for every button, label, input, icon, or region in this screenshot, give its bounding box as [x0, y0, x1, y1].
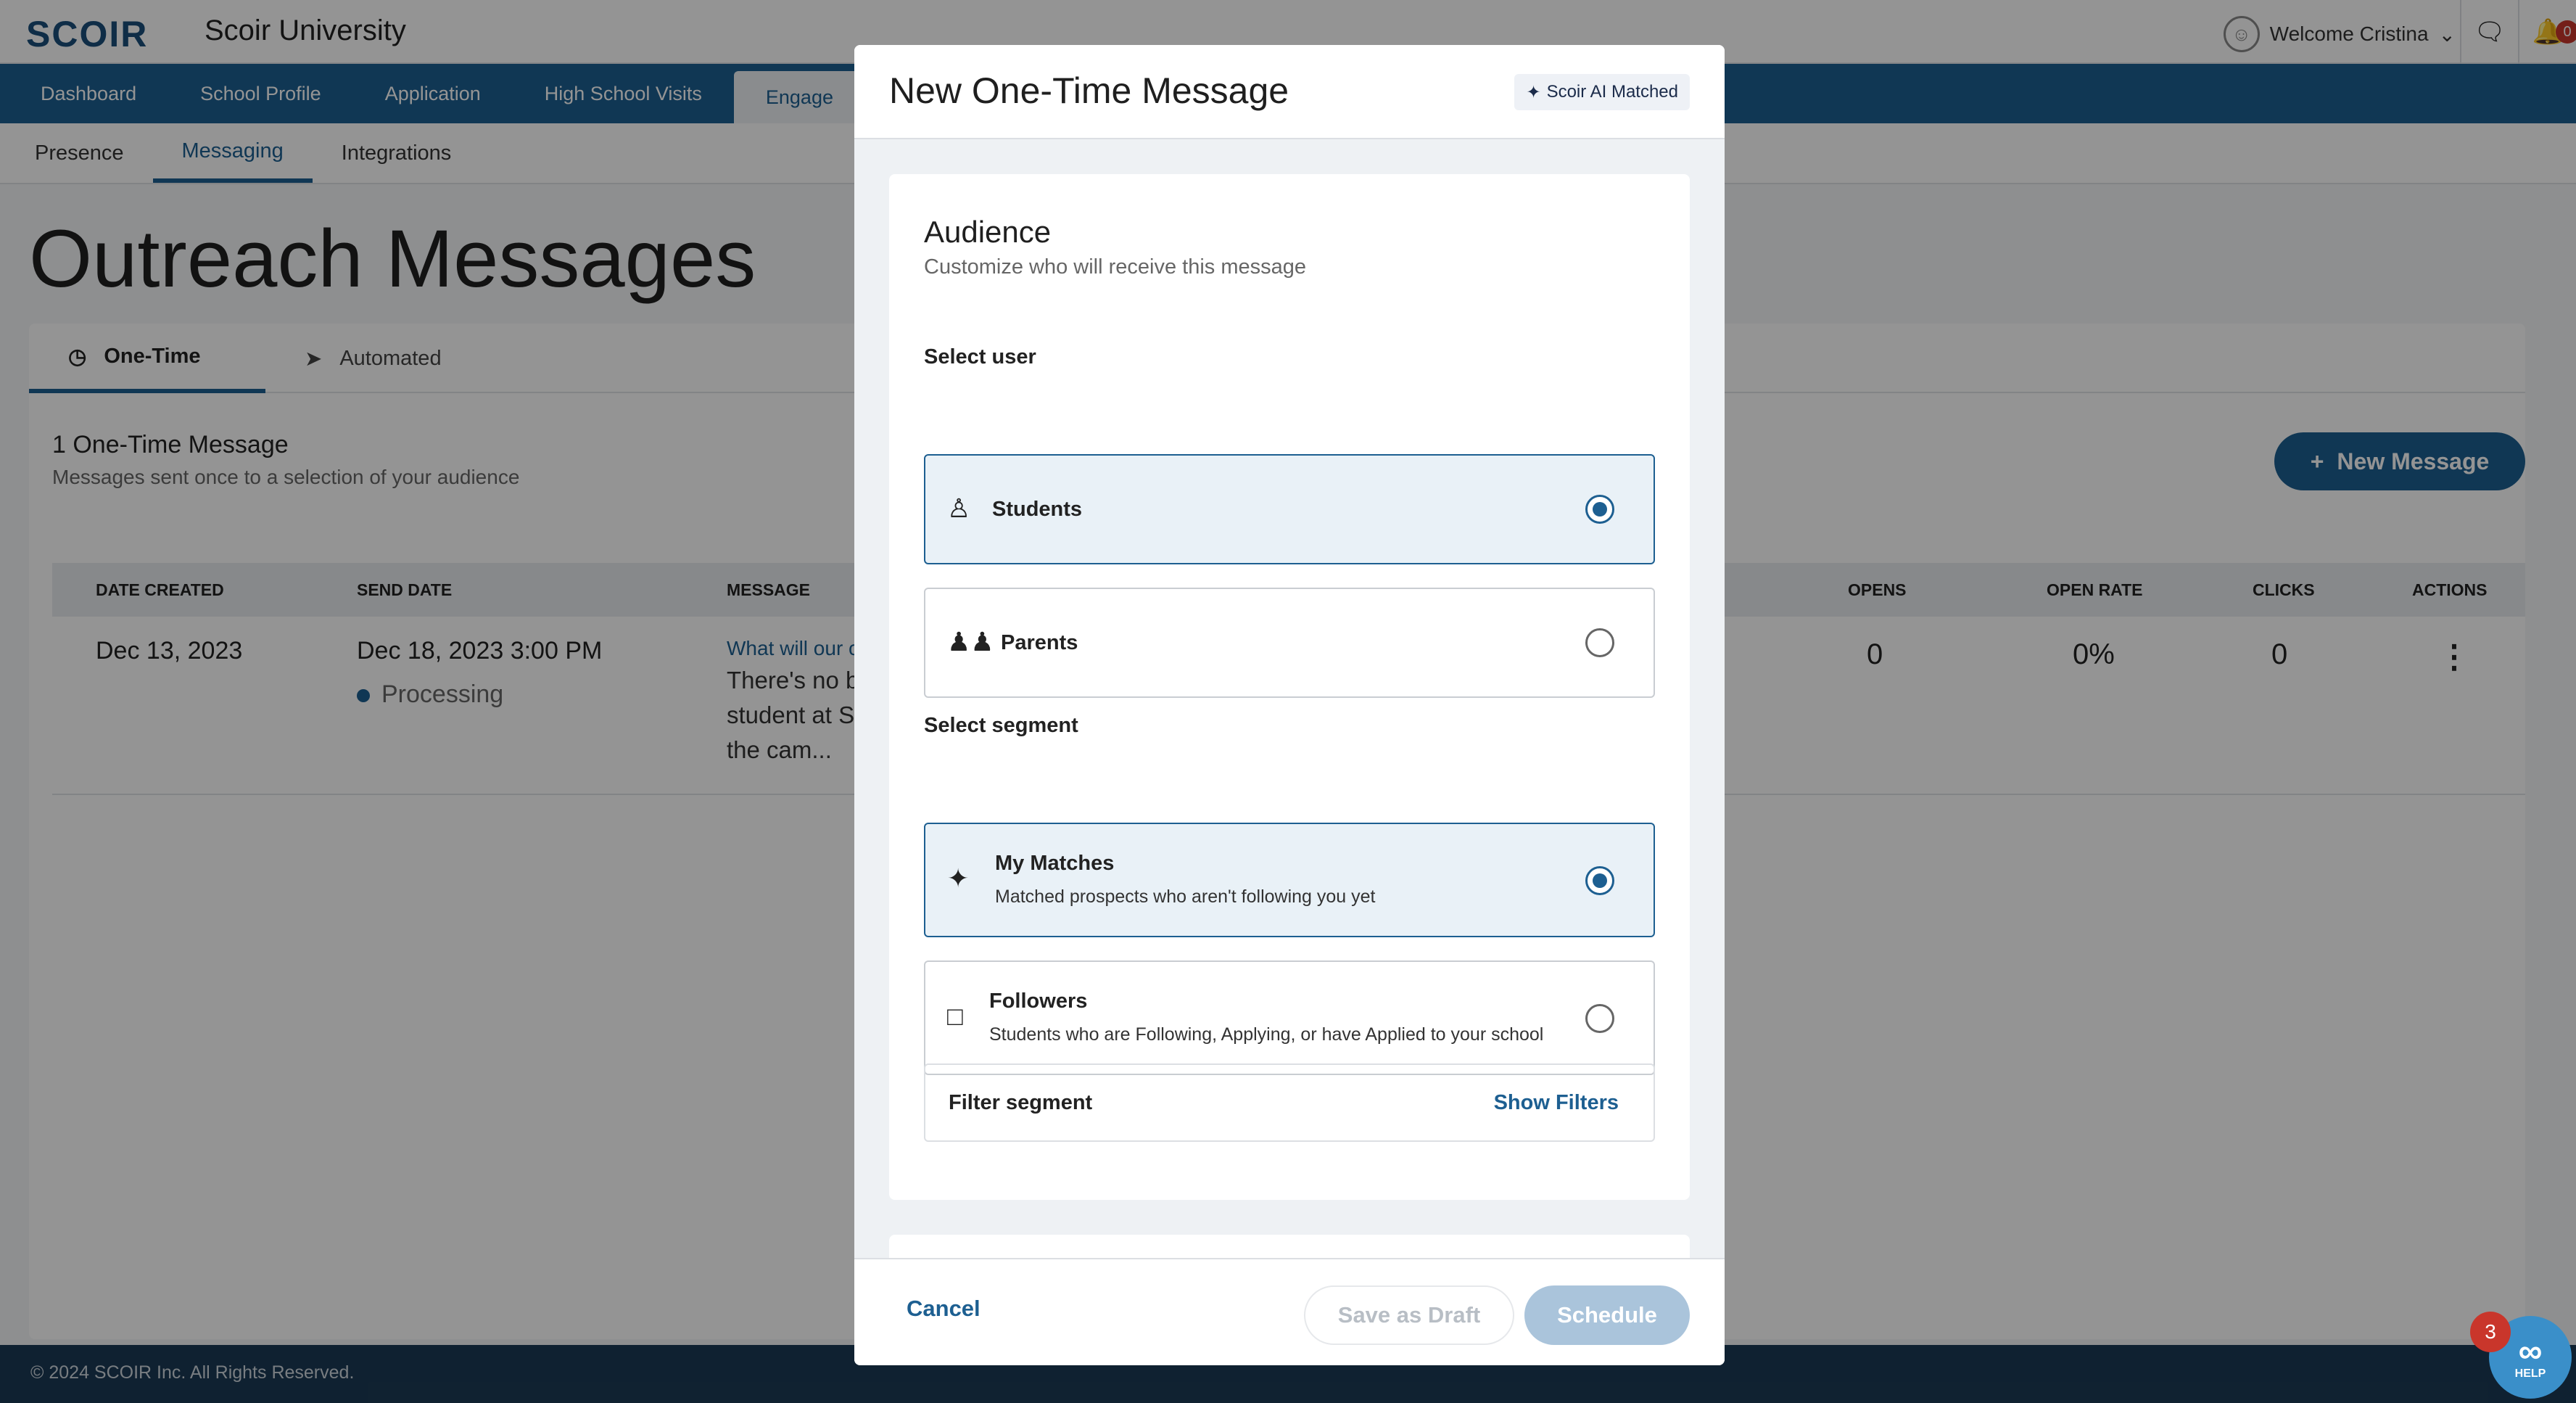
select-user-label: Select user [924, 345, 1036, 369]
show-filters-button[interactable]: Show Filters [1494, 1091, 1619, 1115]
audience-section: Audience Customize who will receive this… [889, 174, 1690, 1200]
sparkle-icon: ✦ [947, 863, 970, 893]
select-segment-label: Select segment [924, 714, 1078, 737]
option-my-matches[interactable]: ✦ My Matches Matched prospects who aren'… [924, 823, 1655, 937]
ai-matched-badge: ✦ Scoir AI Matched [1514, 74, 1690, 110]
option-followers-label: Followers [989, 989, 1088, 1013]
modal-footer: Cancel Save as Draft Schedule [854, 1258, 1725, 1365]
option-my-matches-label: My Matches [995, 852, 1115, 875]
audience-title: Audience [924, 215, 1052, 249]
parents-radio[interactable] [1585, 628, 1614, 657]
save-draft-button[interactable]: Save as Draft [1304, 1285, 1514, 1345]
option-students-label: Students [992, 498, 1083, 521]
filter-segment-label: Filter segment [949, 1091, 1093, 1114]
option-parents[interactable]: ♟♟ Parents [924, 588, 1655, 698]
new-message-modal: New One-Time Message ✦ Scoir AI Matched … [854, 45, 1725, 1365]
option-parents-label: Parents [1001, 631, 1078, 654]
students-radio[interactable] [1585, 495, 1614, 524]
bookmark-icon: □ [947, 1001, 963, 1031]
group-icon: ♟♟ [947, 627, 994, 657]
my-matches-radio[interactable] [1585, 866, 1614, 895]
help-label: HELP [2514, 1367, 2546, 1380]
option-followers[interactable]: □ Followers Students who are Following, … [924, 960, 1655, 1075]
sparkle-icon: ✦ [1526, 82, 1541, 102]
schedule-button[interactable]: Schedule [1524, 1285, 1690, 1345]
modal-title: New One-Time Message [889, 70, 1289, 111]
graduation-cap-icon: ♙ [947, 493, 971, 523]
option-students[interactable]: ♙ Students [924, 454, 1655, 564]
modal-header: New One-Time Message ✦ Scoir AI Matched [854, 45, 1725, 139]
filter-segment-row: Filter segment Show Filters [924, 1063, 1655, 1142]
cancel-button[interactable]: Cancel [907, 1296, 981, 1322]
followers-radio[interactable] [1585, 1004, 1614, 1033]
option-followers-desc: Students who are Following, Applying, or… [989, 1024, 1544, 1045]
ai-badge-label: Scoir AI Matched [1546, 82, 1678, 102]
infinity-icon: ∞ [2518, 1332, 2543, 1370]
audience-subtitle: Customize who will receive this message [924, 255, 1307, 279]
help-count-badge: 3 [2470, 1312, 2511, 1352]
option-my-matches-desc: Matched prospects who aren't following y… [995, 886, 1376, 907]
